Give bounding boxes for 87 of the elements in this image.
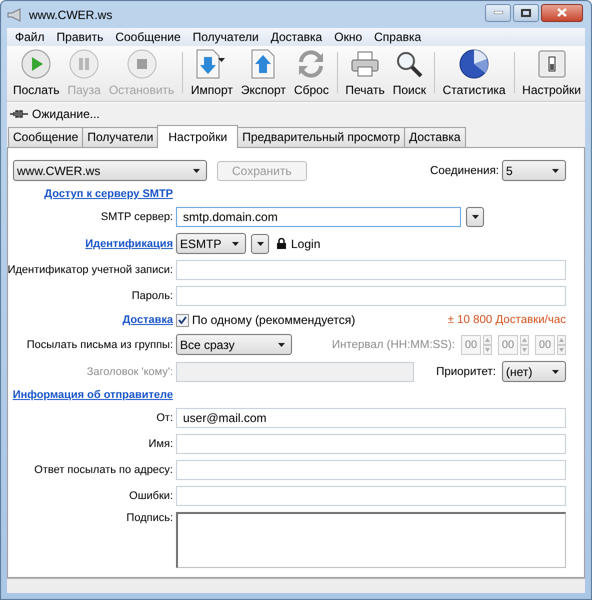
checkbox-label: По одному (рекоммендуется) bbox=[192, 313, 356, 327]
menu-item[interactable]: Сообщение bbox=[109, 30, 187, 44]
menu-item[interactable]: Файл bbox=[9, 30, 51, 44]
pause-icon bbox=[69, 49, 100, 79]
tab[interactable]: Доставка bbox=[404, 127, 466, 147]
section-link[interactable]: Доступ к серверу SMTP bbox=[44, 188, 173, 200]
section-link[interactable]: Информация об отправителе bbox=[12, 389, 173, 401]
input-field[interactable]: smtp.domain.com bbox=[176, 207, 461, 227]
field-label: Идентификатор учетной записи: bbox=[8, 264, 173, 276]
toolbar-button[interactable]: Печать bbox=[341, 46, 389, 101]
check-icon bbox=[178, 316, 187, 324]
toolbar-button[interactable]: Поиск bbox=[388, 46, 430, 101]
minimize-button[interactable] bbox=[485, 4, 511, 22]
auth-dropdown[interactable]: ESMTP bbox=[176, 233, 246, 254]
menu-item[interactable]: Доставка bbox=[264, 30, 328, 44]
play-icon bbox=[21, 49, 52, 79]
pie-chart-icon bbox=[458, 48, 490, 80]
menu-item[interactable]: Окно bbox=[328, 30, 368, 44]
maximize-button[interactable] bbox=[513, 4, 539, 22]
minimize-icon bbox=[494, 11, 502, 14]
tab[interactable]: Предварительный просмотр bbox=[237, 127, 406, 147]
input-field[interactable] bbox=[176, 434, 566, 454]
tab[interactable]: Настройки bbox=[157, 125, 238, 148]
menu-item[interactable]: Править bbox=[50, 30, 110, 44]
toolbar-button[interactable]: Послать bbox=[9, 46, 64, 101]
field-label: Заголовок 'кому': bbox=[86, 366, 173, 378]
switch-icon bbox=[536, 49, 567, 79]
toolbar-button[interactable]: Статистика bbox=[438, 46, 510, 101]
dropdown-button[interactable] bbox=[251, 234, 269, 254]
field-label: SMTP сервер: bbox=[100, 211, 173, 223]
caret-icon bbox=[472, 215, 478, 219]
caret-icon bbox=[193, 168, 200, 172]
document-down-arrow-icon bbox=[194, 49, 221, 79]
profile-dropdown[interactable]: www.CWER.ws bbox=[13, 160, 207, 181]
close-icon bbox=[557, 8, 567, 17]
stop-icon bbox=[126, 49, 157, 79]
status-text: Ожидание... bbox=[32, 107, 100, 121]
window-title: www.CWER.ws bbox=[29, 8, 112, 22]
group-dropdown[interactable]: Все сразу bbox=[176, 334, 292, 355]
input-field[interactable]: user@mail.com bbox=[176, 408, 566, 428]
section-link[interactable]: Идентификация bbox=[85, 238, 173, 250]
tab[interactable]: Получатели bbox=[82, 127, 158, 147]
connections-dropdown[interactable]: 5 bbox=[502, 160, 566, 181]
field-label: Подпись: bbox=[126, 512, 173, 524]
interval-label: Интервал (HH:MM:SS): bbox=[332, 338, 455, 350]
rate-text: ± 10 800 Доставки/час bbox=[448, 314, 566, 326]
input-field[interactable] bbox=[176, 486, 566, 506]
megaphone-icon bbox=[7, 8, 23, 22]
lock-icon bbox=[277, 238, 286, 249]
printer-icon bbox=[350, 49, 380, 79]
spinner-arrows-icon[interactable] bbox=[557, 334, 566, 354]
tab[interactable]: Сообщение bbox=[8, 127, 84, 147]
toolbar-button[interactable]: Сброс bbox=[290, 46, 333, 101]
caret-icon bbox=[278, 342, 285, 346]
caret-icon bbox=[218, 58, 225, 62]
plug-icon bbox=[10, 109, 28, 119]
auth-method: Login bbox=[291, 236, 320, 250]
field-label: Посылать письма из группы: bbox=[26, 338, 173, 350]
maximize-icon bbox=[521, 8, 531, 16]
spinner-arrows-icon[interactable] bbox=[483, 334, 492, 354]
caret-icon bbox=[232, 242, 239, 246]
dropdown-button[interactable] bbox=[466, 207, 484, 227]
caret-icon bbox=[552, 168, 559, 172]
field-label: Имя: bbox=[148, 438, 173, 450]
toolbar-button[interactable]: Настройки bbox=[518, 46, 586, 101]
connections-label: Соединения: bbox=[430, 164, 499, 176]
input-field[interactable] bbox=[176, 460, 566, 480]
field-label: Приоритет: bbox=[436, 366, 496, 378]
menu-item[interactable]: Получатели bbox=[186, 30, 265, 44]
caret-icon bbox=[552, 370, 559, 374]
input-field[interactable] bbox=[176, 260, 566, 280]
field-label: Ответ посылать по адресу: bbox=[34, 464, 173, 476]
checkbox[interactable] bbox=[176, 314, 189, 326]
toolbar-button[interactable]: Экспорт bbox=[236, 46, 290, 101]
section-link[interactable]: Доставка bbox=[122, 314, 173, 326]
field-label: От: bbox=[156, 412, 173, 424]
toolbar-button[interactable]: Импорт bbox=[186, 46, 237, 101]
menu-item[interactable]: Справка bbox=[368, 30, 428, 44]
close-button[interactable] bbox=[541, 4, 583, 22]
signature-field[interactable] bbox=[176, 512, 566, 568]
field-label: Пароль: bbox=[132, 290, 173, 302]
field-label: Ошибки: bbox=[129, 490, 173, 502]
input-field[interactable] bbox=[176, 286, 566, 306]
spinner-arrows-icon[interactable] bbox=[520, 334, 529, 354]
caret-icon bbox=[256, 242, 264, 246]
document-up-arrow-icon bbox=[250, 49, 276, 79]
search-icon bbox=[394, 49, 424, 79]
